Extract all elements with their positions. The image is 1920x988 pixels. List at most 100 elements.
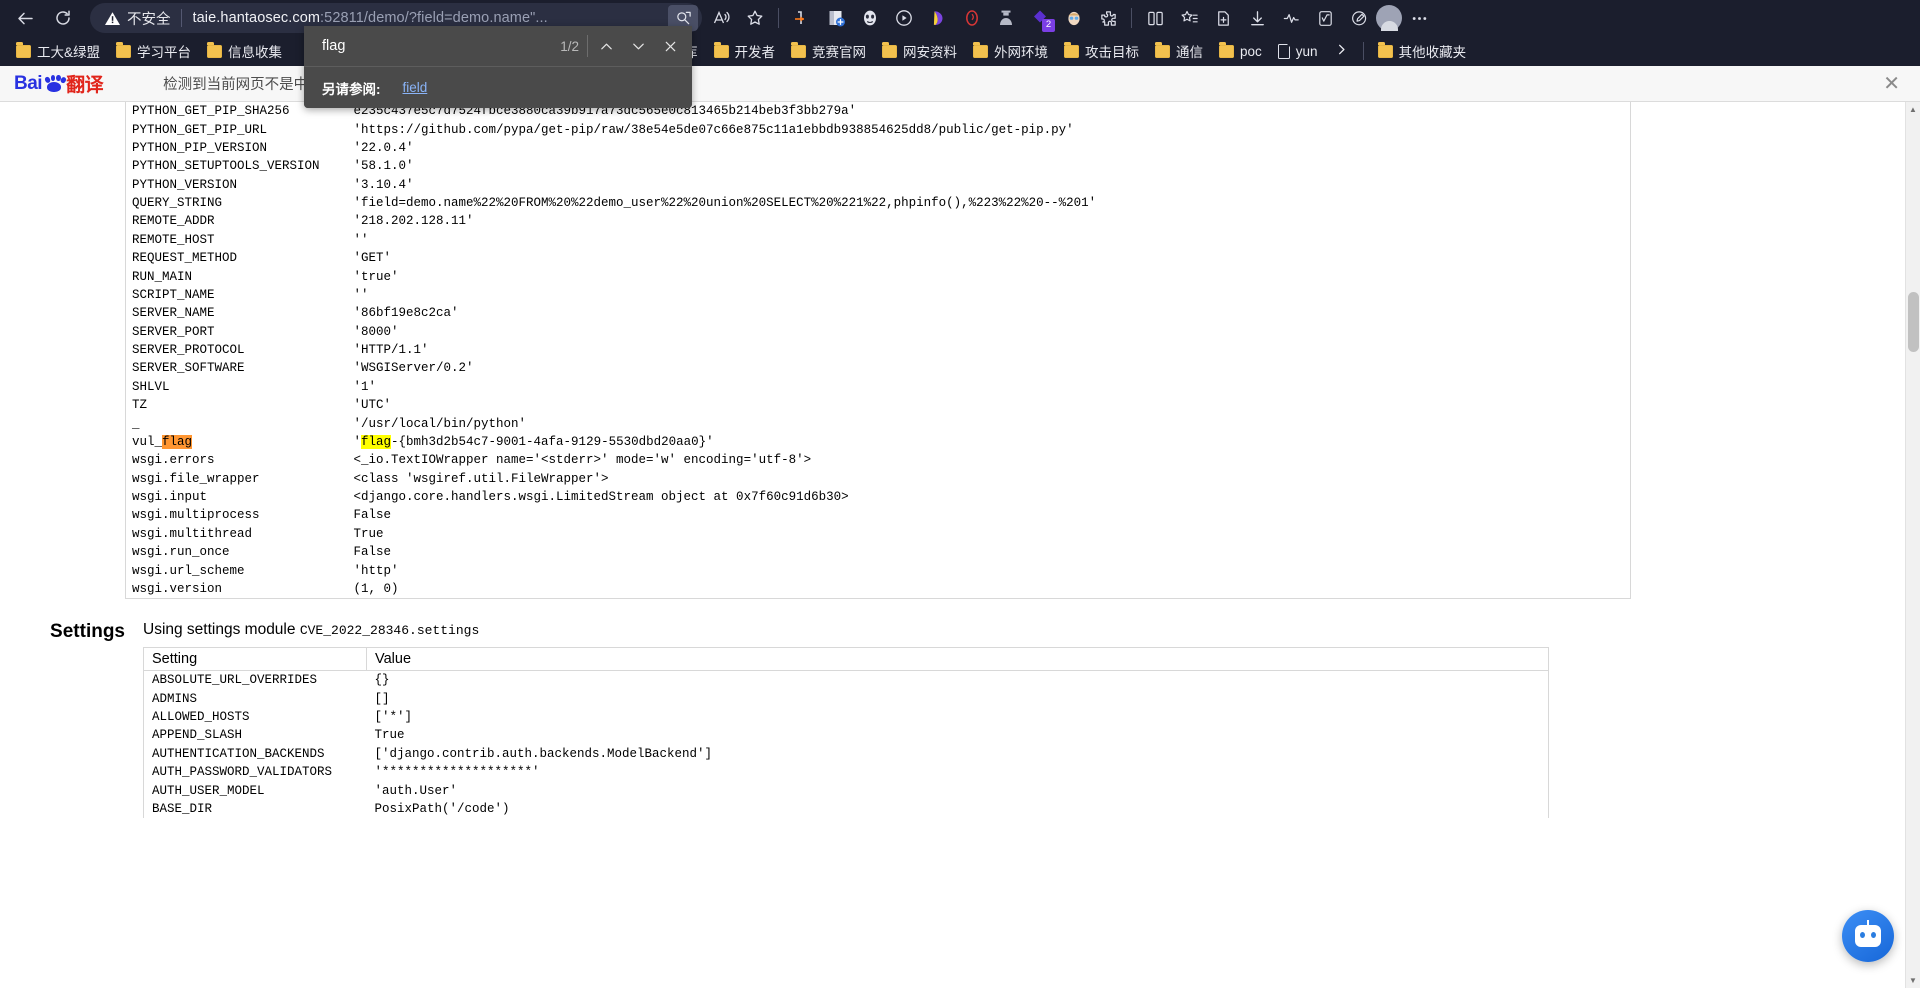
extension-badge: 2 — [1042, 19, 1055, 32]
scroll-down-arrow[interactable]: ▼ — [1906, 973, 1920, 988]
close-icon[interactable] — [654, 31, 686, 61]
env-value: '3.10.4' — [347, 175, 1631, 194]
extension-diamond-icon[interactable]: 2 — [1023, 3, 1057, 33]
read-aloud-icon[interactable] — [704, 3, 738, 33]
find-match-count: 1/2 — [560, 38, 579, 54]
copilot-icon[interactable] — [921, 3, 955, 33]
env-key: wsgi.version — [125, 579, 348, 600]
security-label: 不安全 — [127, 11, 171, 28]
url-text[interactable]: taie.hantaosec.com:52811/demo/?field=dem… — [193, 10, 669, 26]
folder-icon — [791, 42, 807, 58]
bookmark-label: poc — [1240, 43, 1262, 59]
table-row: wsgi.url_scheme'http' — [125, 561, 1631, 580]
mask-extension-icon[interactable] — [853, 3, 887, 33]
env-key: wsgi.multithread — [125, 524, 348, 543]
setting-name: ALLOWED_HOSTS — [143, 707, 367, 727]
scrollbar-thumb[interactable] — [1908, 292, 1919, 352]
env-value: False — [347, 543, 1631, 562]
table-row: ALLOWED_HOSTS ['*'] — [143, 707, 1549, 727]
chevron-up-icon[interactable] — [590, 31, 622, 61]
puzzle-piece-icon[interactable] — [1091, 3, 1125, 33]
bookmark-item[interactable]: 信息收集 — [199, 38, 290, 64]
bookmark-item[interactable]: yun — [1270, 41, 1326, 62]
wsgi-environ-table-wrap: PYTHON_GET_PIP_SHA256 e235c437e5c7d7524fb… — [22, 102, 1898, 600]
download-icon[interactable] — [1240, 3, 1274, 33]
env-value: '1' — [347, 377, 1631, 396]
folder-icon — [1377, 42, 1393, 58]
folder-icon — [882, 42, 898, 58]
env-key: wsgi.file_wrapper — [125, 469, 348, 488]
env-value: '58.1.0' — [347, 157, 1631, 176]
url-host: taie.hantaosec.com — [192, 10, 321, 26]
collections-star-icon[interactable] — [1172, 3, 1206, 33]
setting-value: True — [366, 726, 1549, 745]
table-row: PYTHON_GET_PIP_URL'https://github.com/py… — [125, 120, 1631, 139]
bookmark-label: 学习平台 — [137, 45, 192, 60]
bookmark-item[interactable]: 开发者 — [706, 38, 784, 64]
spy-person-icon[interactable] — [989, 3, 1023, 33]
table-row: SERVER_SOFTWARE 'WSGIServer/0.2' — [125, 359, 1631, 378]
scroll-up-arrow[interactable]: ▲ — [1906, 102, 1920, 117]
folder-icon — [973, 42, 989, 58]
circle-play-icon[interactable] — [887, 3, 921, 33]
screenshot-pen-icon[interactable] — [1342, 3, 1376, 33]
bookmark-label: 攻击目标 — [1085, 45, 1140, 60]
bookmark-label: 其他收藏夹 — [1398, 45, 1467, 60]
bookmark-item[interactable]: 攻击目标 — [1056, 38, 1147, 64]
env-key: wsgi.multiprocess — [125, 506, 348, 525]
table-row: wsgi.file_wrapper <class 'wsgiref.util.Fi… — [125, 469, 1631, 488]
search-input[interactable] — [322, 38, 561, 54]
add-page-icon[interactable] — [819, 3, 853, 33]
face-avatar-icon[interactable] — [1057, 3, 1091, 33]
split-pane-icon[interactable] — [1138, 3, 1172, 33]
env-key: REQUEST_METHOD — [125, 249, 348, 268]
ellipsis-icon[interactable] — [1402, 3, 1436, 33]
setting-value: PosixPath('/code') — [366, 799, 1549, 819]
robot-assistant-icon[interactable] — [1842, 910, 1894, 962]
calculator-icon[interactable] — [1308, 3, 1342, 33]
bookmark-item[interactable]: 竞赛官网 — [783, 38, 874, 64]
settings-module-line: Using settings module CVE_2022_28346.set… — [143, 621, 1920, 639]
table-row: wsgi.version (1, 0) — [125, 579, 1631, 600]
find-divider — [587, 35, 588, 57]
bookmark-item[interactable]: 通信 — [1147, 38, 1211, 64]
add-favorite-icon[interactable] — [1206, 3, 1240, 33]
settings-using-prefix: Using settings module — [143, 621, 296, 639]
env-value: True — [347, 524, 1631, 543]
back-arrow-icon[interactable] — [8, 3, 42, 33]
env-value: '/usr/local/bin/python' — [347, 414, 1631, 433]
performance-heartbeat-icon[interactable] — [1274, 3, 1308, 33]
close-icon[interactable]: ✕ — [1877, 74, 1906, 94]
vertical-scrollbar[interactable]: ▲ ▼ — [1905, 102, 1920, 988]
reload-icon[interactable] — [46, 3, 80, 33]
env-key: PYTHON_PIP_VERSION — [125, 138, 348, 158]
bookmark-item[interactable]: 工大&绿盟 — [8, 38, 108, 64]
wsgi-environ-table: PYTHON_GET_PIP_SHA256 e235c437e5c7d7524fb… — [125, 102, 1631, 600]
bookmark-item[interactable]: 网安资料 — [874, 38, 965, 64]
table-row: SHLVL '1' — [125, 377, 1631, 396]
env-key: REMOTE_ADDR — [125, 212, 348, 231]
avatar[interactable] — [1376, 5, 1402, 31]
bookmarks-bar: 工大&绿盟 学习平台 信息收集 资源库 开发者 竞赛官网 网安资料 外网环境 攻… — [0, 36, 1920, 66]
browser-window: 不安全 taie.hantaosec.com:52811/demo/?field… — [0, 0, 1920, 988]
setting-value: 'auth.User' — [366, 781, 1549, 800]
bookmark-label: 信息收集 — [228, 45, 283, 60]
setting-value: {} — [366, 670, 1549, 690]
orange-arrow-icon[interactable] — [785, 3, 819, 33]
find-suggestion-link[interactable]: field — [403, 80, 428, 95]
baidu-translate-logo: Bai 翻译 — [14, 70, 104, 97]
setting-name: AUTH_USER_MODEL — [143, 781, 367, 800]
red-drop-icon[interactable] — [955, 3, 989, 33]
settings-section: Settings Using settings module CVE_2022_… — [0, 621, 1920, 819]
bookmark-item[interactable]: 外网环境 — [965, 38, 1056, 64]
star-icon[interactable] — [738, 3, 772, 33]
table-row: TZ 'UTC' — [125, 396, 1631, 415]
bookmark-other-folder[interactable]: 其他收藏夹 — [1370, 38, 1475, 64]
table-row: ABSOLUTE_URL_OVERRIDES{} — [143, 670, 1549, 690]
bookmark-item[interactable]: 学习平台 — [108, 38, 199, 64]
security-status[interactable]: 不安全 — [104, 8, 181, 29]
chevron-down-icon[interactable] — [622, 31, 654, 61]
table-row: RUN_MAIN'true' — [125, 267, 1631, 286]
bookmark-item[interactable]: poc — [1211, 41, 1270, 62]
chevron-right-icon[interactable] — [1326, 40, 1357, 62]
